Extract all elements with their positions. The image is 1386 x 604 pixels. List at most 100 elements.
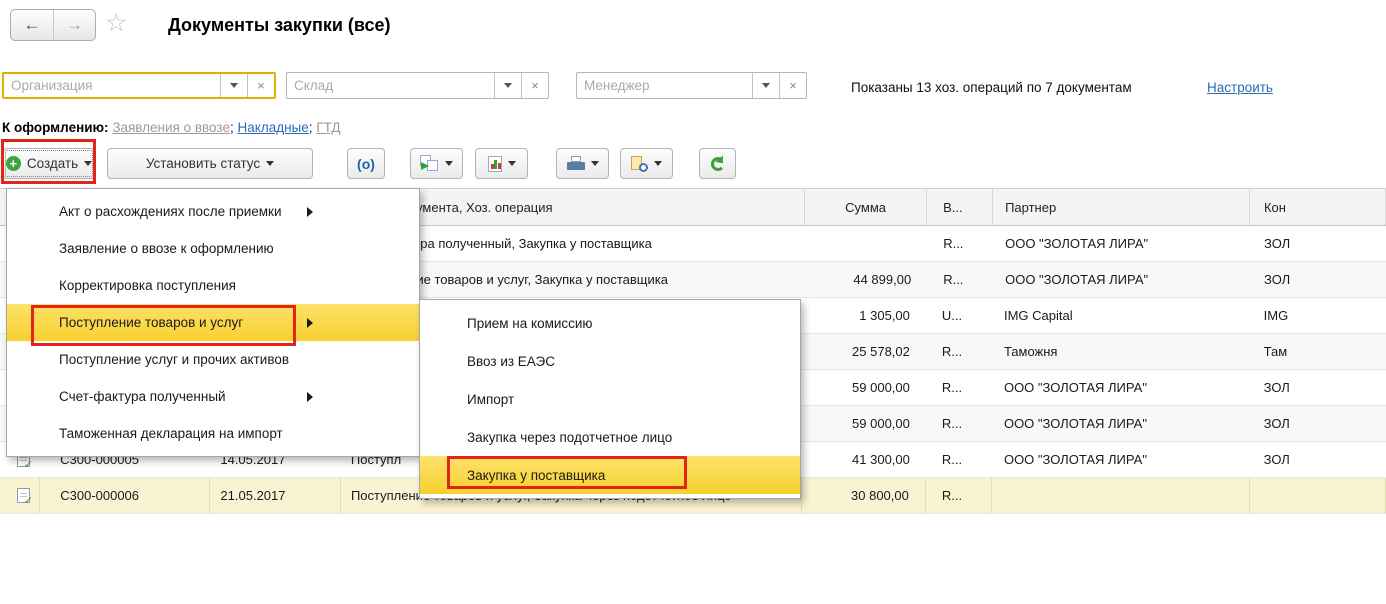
date-cell: 21.05.2017	[210, 478, 341, 513]
document-clock-icon	[631, 156, 648, 172]
submenu-arrow-icon	[307, 392, 313, 402]
menu-item-5[interactable]: Счет-фактура полученный	[7, 378, 419, 415]
document-status-cell: ✓	[0, 478, 40, 513]
plus-icon: +	[6, 156, 21, 171]
menu-item-label: Заявление о ввозе к оформлению	[59, 241, 274, 256]
partner-cell: ООО "ЗОЛОТАЯ ЛИРА"	[992, 452, 1250, 467]
currency-cell: R...	[926, 452, 992, 467]
currency-cell: R...	[926, 380, 992, 395]
partner-cell: ООО "ЗОЛОТАЯ ЛИРА"	[993, 236, 1250, 251]
partner-cell: IMG Capital	[992, 308, 1250, 323]
submenu-item-4[interactable]: Закупка у поставщика	[420, 456, 800, 494]
menu-item-1[interactable]: Заявление о ввозе к оформлению	[7, 230, 419, 267]
sum-cell: 59 000,00	[802, 380, 926, 395]
menu-item-label: Счет-фактура полученный	[59, 389, 226, 404]
create-button[interactable]: + Создать	[3, 148, 95, 179]
to-register-line: К оформлению: Заявления о ввозе; Накладн…	[2, 120, 341, 135]
contractor-cell: IMG	[1250, 308, 1386, 323]
currency-cell: R...	[926, 344, 992, 359]
menu-item-3[interactable]: Поступление товаров и услуг	[7, 304, 419, 341]
favorite-star-icon[interactable]: ☆	[105, 11, 127, 36]
organization-input[interactable]	[4, 74, 220, 97]
currency-cell: U...	[926, 308, 992, 323]
refresh-icon	[711, 157, 725, 171]
menu-item-6[interactable]: Таможенная декларация на импорт	[7, 415, 419, 452]
chevron-down-icon	[504, 83, 512, 88]
submenu-item-1[interactable]: Ввоз из ЕАЭС	[420, 342, 800, 380]
contractor-cell: ЗОЛ	[1250, 236, 1386, 251]
contractor-cell: ЗОЛ	[1250, 452, 1386, 467]
separator: ;	[309, 120, 313, 135]
menu-item-label: Корректировка поступления	[59, 278, 236, 293]
forward-button[interactable]: →	[53, 10, 95, 40]
back-button[interactable]: ←	[11, 10, 53, 40]
create-based-on-button[interactable]	[410, 148, 463, 179]
warehouse-filter: ×	[286, 72, 549, 99]
clear-icon: ×	[789, 78, 797, 93]
menu-item-2[interactable]: Корректировка поступления	[7, 267, 419, 304]
sum-cell: 41 300,00	[802, 452, 926, 467]
to-register-label: К оформлению:	[2, 120, 109, 135]
printer-icon	[567, 156, 585, 171]
sum-cell: 44 899,00	[804, 272, 927, 287]
column-header-partner[interactable]: Партнер	[993, 189, 1250, 225]
purchase-documents-window: ← → ☆ Документы закупки (все) × × ×	[0, 0, 1386, 604]
menu-item-4[interactable]: Поступление услуг и прочих активов	[7, 341, 419, 378]
submenu-item-3[interactable]: Закупка через подотчетное лицо	[420, 418, 800, 456]
link-nakladnye[interactable]: Накладные	[238, 120, 309, 135]
check-icon: ✓	[24, 496, 33, 507]
report-chart-icon	[488, 156, 502, 172]
link-gtd[interactable]: ГТД	[316, 120, 340, 135]
create-based-on-icon	[420, 155, 439, 172]
sum-cell: 59 000,00	[802, 416, 926, 431]
chevron-down-icon	[445, 161, 453, 166]
column-header-contractor[interactable]: Кон	[1250, 189, 1386, 225]
manager-input[interactable]	[577, 73, 752, 98]
warehouse-dropdown-button[interactable]	[494, 73, 521, 98]
organization-dropdown-button[interactable]	[220, 74, 247, 97]
reports-button[interactable]	[475, 148, 528, 179]
currency-cell: R...	[927, 272, 993, 287]
clear-icon: ×	[531, 78, 539, 93]
menu-item-label: Прием на комиссию	[467, 316, 593, 331]
create-button-label: Создать	[27, 156, 78, 171]
discussions-button[interactable]: (ο)	[347, 148, 385, 179]
column-header-currency[interactable]: В...	[927, 189, 993, 225]
chevron-down-icon	[591, 161, 599, 166]
menu-item-label: Закупка через подотчетное лицо	[467, 430, 672, 445]
periodic-documents-button[interactable]	[620, 148, 673, 179]
operation-type-submenu: Прием на комиссию Ввоз из ЕАЭС Импорт Закуп…	[419, 299, 801, 499]
check-icon: ✓	[24, 460, 33, 467]
partner-cell: ООО "ЗОЛОТАЯ ЛИРА"	[992, 416, 1250, 431]
manager-dropdown-button[interactable]	[752, 73, 779, 98]
refresh-button[interactable]	[699, 148, 736, 179]
chevron-down-icon	[508, 161, 516, 166]
menu-item-label: Таможенная декларация на импорт	[59, 426, 283, 441]
warehouse-input[interactable]	[287, 73, 494, 98]
chevron-down-icon	[230, 83, 238, 88]
set-status-button[interactable]: Установить статус	[107, 148, 313, 179]
back-arrow-icon: ←	[24, 15, 41, 35]
separator: ;	[230, 120, 234, 135]
menu-item-label: Поступление услуг и прочих активов	[59, 352, 289, 367]
column-header-sum[interactable]: Сумма	[805, 189, 927, 225]
sum-cell: 30 800,00	[802, 478, 926, 513]
configure-link[interactable]: Настроить	[1207, 80, 1273, 95]
contractor-cell: Там	[1250, 344, 1386, 359]
page-title: Документы закупки (все)	[168, 15, 391, 36]
clear-icon: ×	[257, 78, 265, 93]
chevron-down-icon	[266, 161, 274, 166]
menu-item-label: Ввоз из ЕАЭС	[467, 354, 555, 369]
sum-cell: 1 305,00	[802, 308, 926, 323]
chevron-down-icon	[84, 161, 92, 166]
print-button[interactable]	[556, 148, 609, 179]
link-zayavleniya-o-vvoze[interactable]: Заявления о ввозе	[112, 120, 230, 135]
organization-clear-button[interactable]: ×	[247, 74, 274, 97]
manager-clear-button[interactable]: ×	[779, 73, 806, 98]
warehouse-clear-button[interactable]: ×	[521, 73, 548, 98]
submenu-arrow-icon	[307, 207, 313, 217]
submenu-item-0[interactable]: Прием на комиссию	[420, 304, 800, 342]
menu-item-0[interactable]: Акт о расхождениях после приемки	[7, 193, 419, 230]
menu-item-label: Закупка у поставщика	[467, 468, 605, 483]
submenu-item-2[interactable]: Импорт	[420, 380, 800, 418]
